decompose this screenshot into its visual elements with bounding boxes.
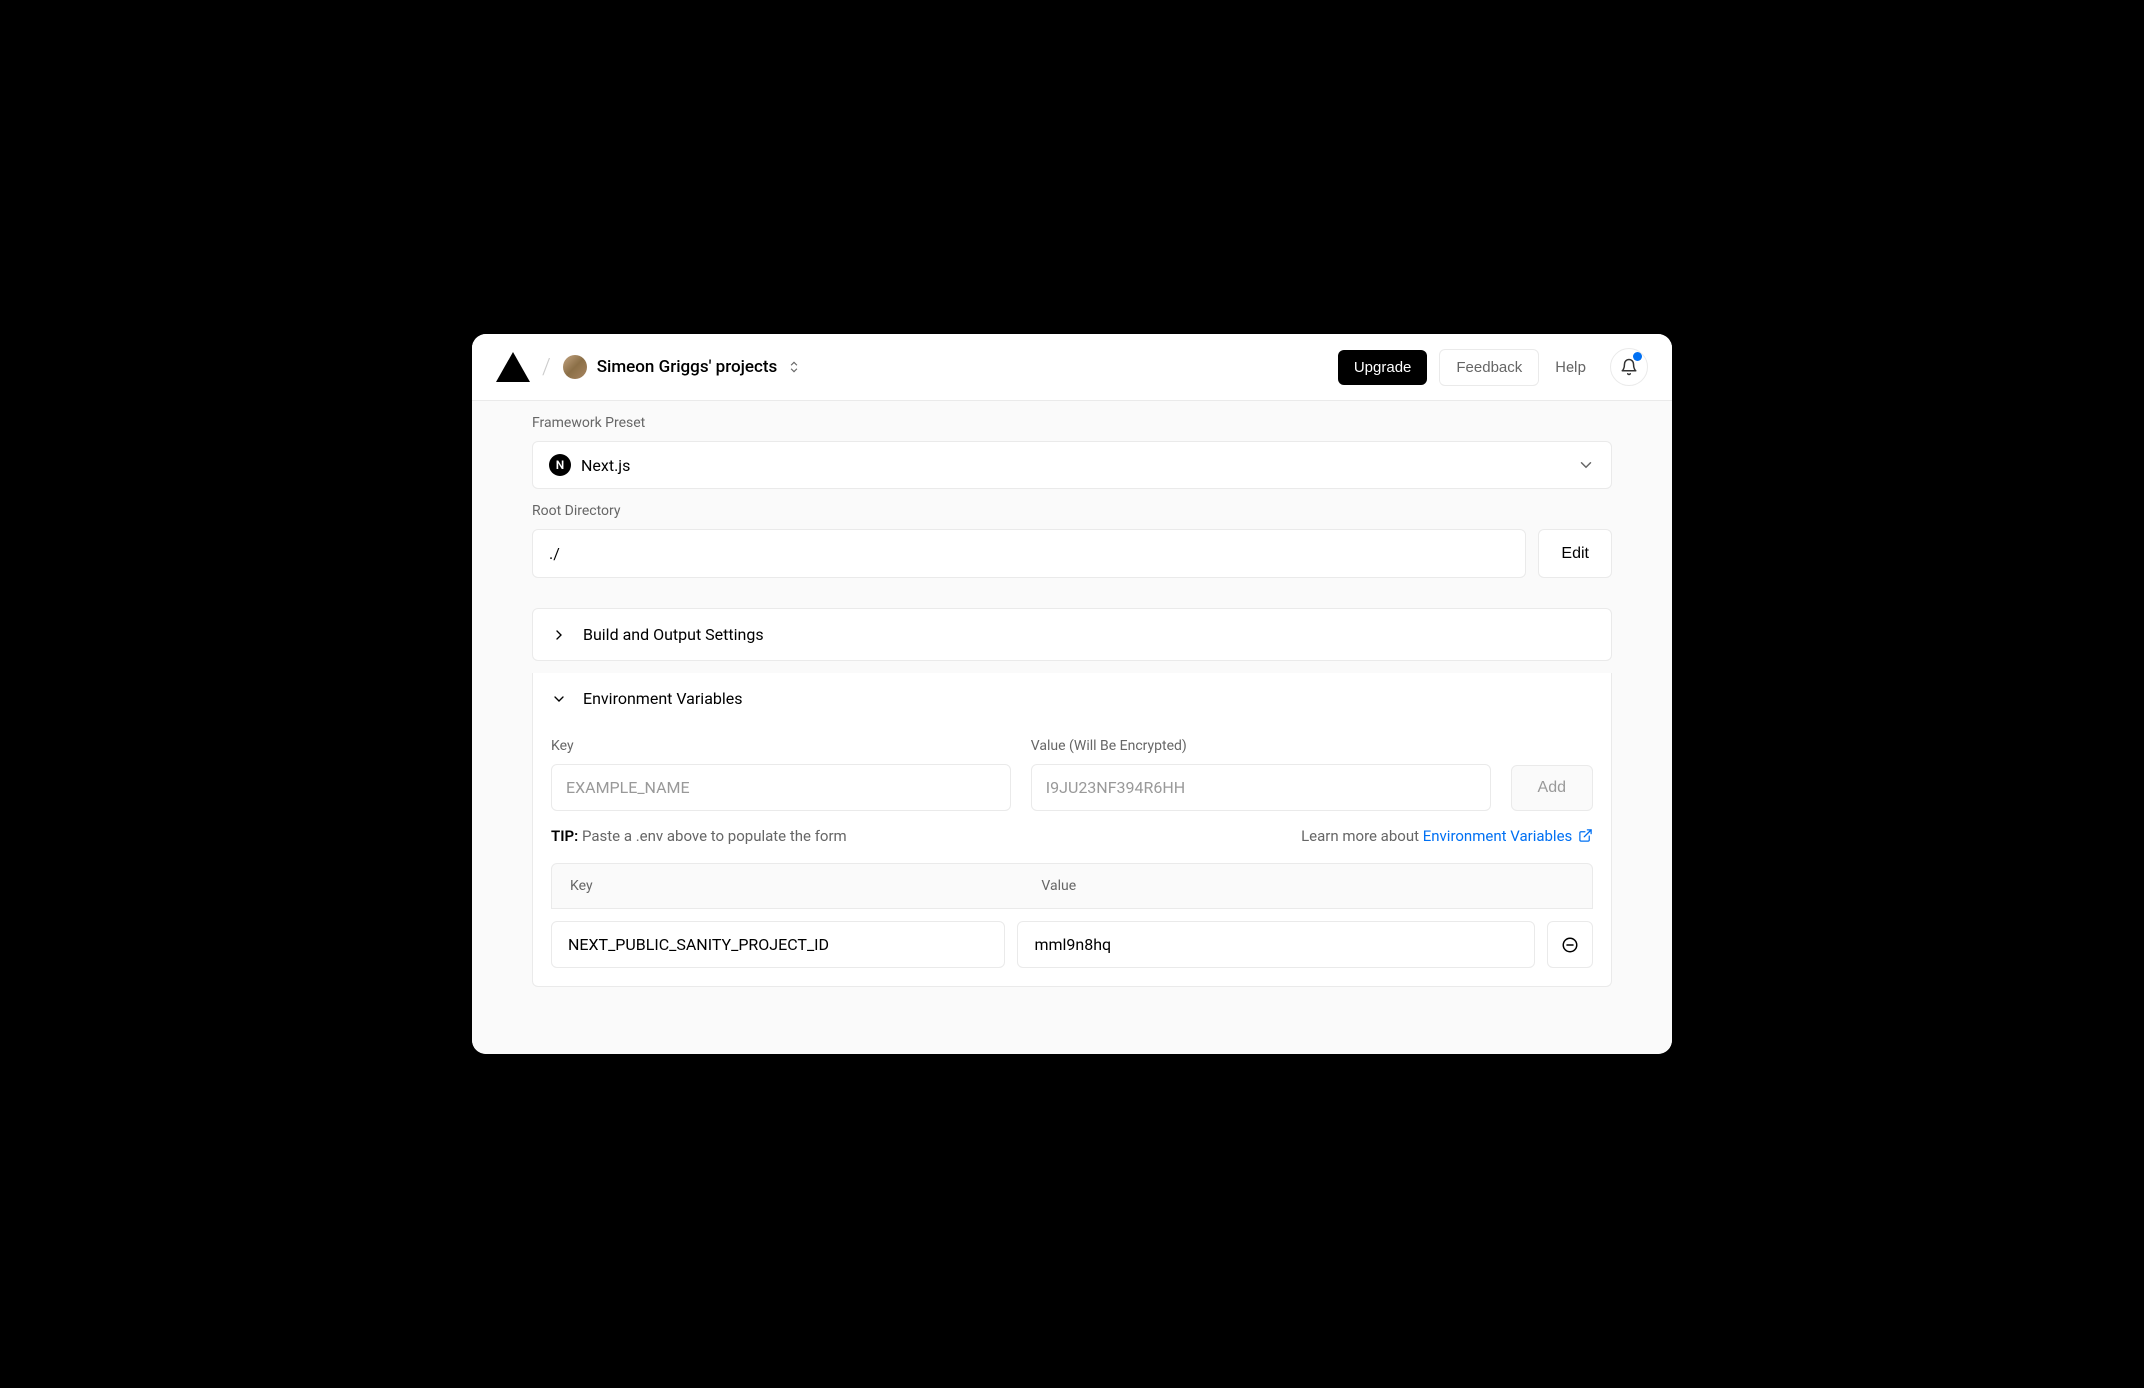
upgrade-button[interactable]: Upgrade bbox=[1338, 350, 1428, 385]
breadcrumb-separator: / bbox=[542, 355, 551, 380]
env-table-key-header: Key bbox=[570, 878, 1021, 894]
project-switcher[interactable]: Simeon Griggs' projects bbox=[563, 355, 802, 379]
env-var-row bbox=[551, 921, 1593, 968]
env-table-value-header: Value bbox=[1041, 878, 1574, 894]
vercel-logo-icon[interactable] bbox=[496, 352, 530, 382]
chevron-right-icon bbox=[551, 627, 567, 643]
env-table-header: Key Value bbox=[551, 863, 1593, 909]
env-value-label: Value (Will Be Encrypted) bbox=[1031, 738, 1491, 754]
feedback-button[interactable]: Feedback bbox=[1439, 349, 1539, 386]
chevron-down-icon bbox=[551, 691, 567, 707]
env-tip-text: Paste a .env above to populate the form bbox=[578, 827, 846, 845]
help-link[interactable]: Help bbox=[1551, 358, 1590, 376]
framework-selected-text: Next.js bbox=[581, 456, 1567, 475]
env-var-remove-button[interactable] bbox=[1547, 921, 1593, 968]
env-tip: TIP: Paste a .env above to populate the … bbox=[551, 827, 847, 845]
env-variables-title: Environment Variables bbox=[583, 689, 743, 708]
nextjs-icon: N bbox=[549, 454, 571, 476]
top-nav: / Simeon Griggs' projects Upgrade Feedba… bbox=[472, 334, 1672, 401]
env-tip-label: TIP: bbox=[551, 827, 578, 845]
root-dir-edit-button[interactable]: Edit bbox=[1538, 529, 1612, 578]
framework-select[interactable]: N Next.js bbox=[532, 441, 1612, 489]
switcher-arrows-icon[interactable] bbox=[787, 360, 801, 374]
env-learn-prefix: Learn more about bbox=[1301, 827, 1423, 845]
framework-label: Framework Preset bbox=[532, 415, 1612, 431]
env-value-input[interactable] bbox=[1031, 764, 1491, 811]
env-var-key[interactable] bbox=[551, 921, 1005, 968]
env-var-value[interactable] bbox=[1017, 921, 1535, 968]
notification-dot-icon bbox=[1633, 352, 1642, 361]
root-dir-label: Root Directory bbox=[532, 503, 1612, 519]
main-content: Framework Preset N Next.js Root Director… bbox=[472, 401, 1672, 1054]
minus-circle-icon bbox=[1561, 936, 1579, 954]
build-settings-title: Build and Output Settings bbox=[583, 625, 764, 644]
build-settings-toggle[interactable]: Build and Output Settings bbox=[533, 609, 1611, 660]
env-learn-more: Learn more about Environment Variables bbox=[1301, 827, 1593, 845]
env-variables-toggle[interactable]: Environment Variables bbox=[533, 673, 1611, 724]
project-name: Simeon Griggs' projects bbox=[597, 357, 778, 377]
notifications-button[interactable] bbox=[1610, 348, 1648, 386]
chevron-down-icon bbox=[1577, 456, 1595, 474]
root-dir-input[interactable]: ./ bbox=[532, 529, 1526, 578]
avatar bbox=[563, 355, 587, 379]
app-window: / Simeon Griggs' projects Upgrade Feedba… bbox=[472, 334, 1672, 1054]
env-variables-section: Environment Variables Key Value (Will Be… bbox=[532, 673, 1612, 987]
env-learn-link[interactable]: Environment Variables bbox=[1423, 827, 1593, 845]
env-key-label: Key bbox=[551, 738, 1011, 754]
env-add-button[interactable]: Add bbox=[1511, 765, 1593, 811]
build-settings-section: Build and Output Settings bbox=[532, 608, 1612, 661]
external-link-icon bbox=[1578, 828, 1593, 843]
env-key-input[interactable] bbox=[551, 764, 1011, 811]
